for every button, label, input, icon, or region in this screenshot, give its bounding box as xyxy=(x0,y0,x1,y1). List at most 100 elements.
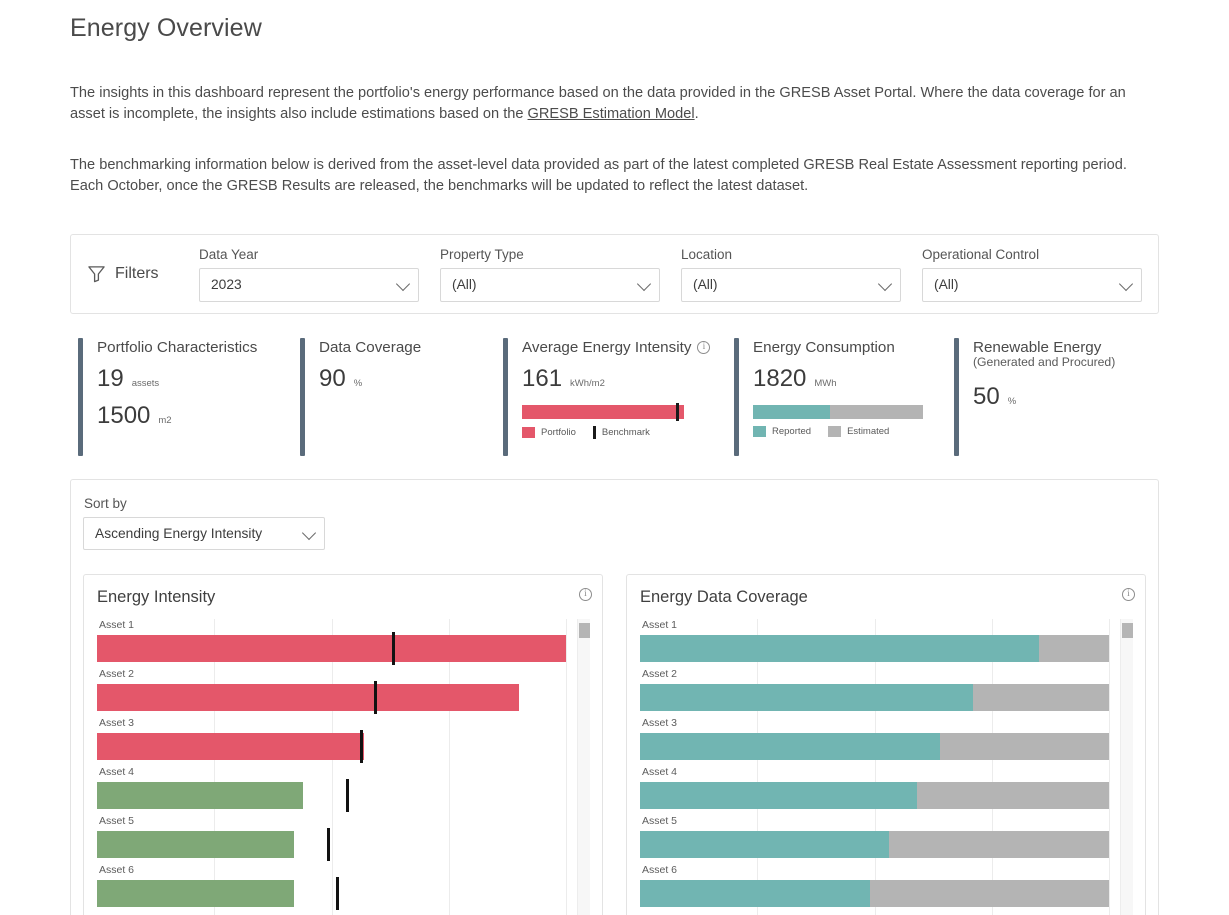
bar-segment xyxy=(640,880,870,907)
chart-energy-data-coverage: Energy Data Coverage i Asset 1 Asset 2 Ass… xyxy=(626,574,1146,915)
row-track xyxy=(640,782,1109,809)
charts-container: Energy Intensity i Asset 1 Asset 2 Asset 3… xyxy=(83,574,1146,915)
chart-scrollbar-thumb[interactable] xyxy=(1122,623,1133,638)
info-icon[interactable]: i xyxy=(697,341,711,354)
kpi-number: 1500 xyxy=(97,402,151,429)
filter-operational-control-select[interactable]: (All) xyxy=(922,267,1142,302)
info-icon[interactable]: i xyxy=(579,588,592,601)
benchmark-marker xyxy=(326,828,330,861)
kpi-accent-bar xyxy=(503,338,508,456)
kpi-renewable-energy: Renewable Energy (Generated and Procured… xyxy=(954,338,1154,456)
intro-paragraph-1-end: . xyxy=(694,106,699,122)
filter-location-label: Location xyxy=(681,246,733,262)
filters-label-group: Filters xyxy=(87,265,199,283)
gresb-estimation-model-link[interactable]: GRESB Estimation Model xyxy=(528,106,695,122)
kpi-title-text: Renewable Energy xyxy=(973,339,1102,356)
chevron-down-icon xyxy=(636,276,652,291)
bar[interactable] xyxy=(640,635,1109,662)
filter-location-select[interactable]: (All) xyxy=(681,267,901,302)
energy-consumption-minibar xyxy=(753,405,923,419)
chart-row: Asset 6 xyxy=(97,864,592,913)
chart-scrollbar[interactable] xyxy=(577,619,590,915)
filter-location-value: (All) xyxy=(693,277,718,292)
filter-operational-control-value: (All) xyxy=(934,277,959,292)
row-label: Asset 1 xyxy=(99,619,135,631)
kpi-title-text: Portfolio Characteristics xyxy=(97,339,258,356)
kpi-data-coverage: Data Coverage 90 % xyxy=(300,338,503,456)
filter-property-type: Property Type (All) xyxy=(440,247,681,302)
kpi-value: 50 % xyxy=(973,383,1115,411)
kpi-value-area: 1500 m2 xyxy=(97,402,257,430)
row-track xyxy=(97,877,566,910)
legend-item-reported: Reported xyxy=(753,426,811,437)
intro-paragraph-2: The benchmarking information below is de… xyxy=(70,157,1127,194)
chart-header: Energy Intensity i xyxy=(97,588,592,607)
bar[interactable] xyxy=(97,635,566,662)
kpi-unit: % xyxy=(353,378,363,389)
kpi-portfolio-characteristics: Portfolio Characteristics 19 assets 1500… xyxy=(78,338,300,456)
kpi-title-text: Energy Consumption xyxy=(753,339,895,356)
bar[interactable] xyxy=(640,733,1109,760)
chart-scrollbar[interactable] xyxy=(1120,619,1133,915)
bar[interactable] xyxy=(640,782,1109,809)
kpi-value: 1820 MWh xyxy=(753,365,923,393)
bar[interactable] xyxy=(97,831,294,858)
row-track xyxy=(97,632,566,665)
kpi-number: 90 xyxy=(319,365,346,392)
chart-row: Asset 3 xyxy=(97,717,592,766)
bar[interactable] xyxy=(640,831,1109,858)
kpi-average-energy-intensity: Average Energy Intensity i 161 kWh/m2 Po… xyxy=(503,338,734,456)
row-label: Asset 5 xyxy=(99,815,135,827)
charts-panel: Sort by Ascending Energy Intensity Energ… xyxy=(70,479,1159,915)
row-label: Asset 6 xyxy=(99,864,135,876)
legend-item-benchmark: Benchmark xyxy=(592,426,650,439)
bar[interactable] xyxy=(97,880,294,907)
kpi-number: 50 xyxy=(973,383,1000,410)
chart-scrollbar-thumb[interactable] xyxy=(579,623,590,638)
chart-row: Asset 1 xyxy=(97,619,592,668)
benchmark-marker xyxy=(336,877,340,910)
bar[interactable] xyxy=(640,880,1109,907)
bar-segment xyxy=(888,831,1109,858)
bar-segment xyxy=(972,684,1109,711)
intro-text: The insights in this dashboard represent… xyxy=(70,83,1159,197)
bar[interactable] xyxy=(640,684,1109,711)
chart-row: Asset 3 xyxy=(640,717,1135,766)
row-track xyxy=(97,681,566,714)
bar[interactable] xyxy=(97,684,520,711)
sort-by-value: Ascending Energy Intensity xyxy=(95,526,263,541)
row-label: Asset 1 xyxy=(642,619,678,631)
row-label: Asset 2 xyxy=(99,668,135,680)
energy-overview-page: Energy Overview The insights in this das… xyxy=(0,0,1229,915)
bar-segment xyxy=(640,733,941,760)
row-label: Asset 6 xyxy=(642,864,678,876)
legend-swatch xyxy=(522,427,535,438)
kpi-value-assets: 19 assets xyxy=(97,365,257,393)
bar-segment xyxy=(97,635,566,662)
estimated-segment xyxy=(829,405,923,419)
bar[interactable] xyxy=(97,733,365,760)
bar-segment xyxy=(640,684,973,711)
kpi-subtitle: (Generated and Procured) xyxy=(973,355,1116,369)
chart-row: Asset 1 xyxy=(640,619,1135,668)
row-track xyxy=(97,779,566,812)
sort-by-select[interactable]: Ascending Energy Intensity xyxy=(83,517,325,550)
energy-intensity-minibar xyxy=(522,403,684,421)
bar-segment xyxy=(97,733,365,760)
kpi-number: 161 xyxy=(522,365,563,392)
bar-segment xyxy=(97,831,294,858)
bar-segment xyxy=(97,782,304,809)
filter-operational-control: Operational Control (All) xyxy=(922,247,1142,302)
filter-data-year-select[interactable]: 2023 xyxy=(199,267,419,302)
filter-property-type-select[interactable]: (All) xyxy=(440,267,660,302)
info-icon[interactable]: i xyxy=(1122,588,1135,601)
kpi-row: Portfolio Characteristics 19 assets 1500… xyxy=(70,338,1159,456)
chevron-down-icon xyxy=(877,276,893,291)
bar[interactable] xyxy=(97,782,304,809)
kpi-unit: kWh/m2 xyxy=(570,378,605,389)
bar-segment xyxy=(869,880,1109,907)
legend-swatch xyxy=(828,426,842,437)
portfolio-segment xyxy=(522,405,684,419)
chart-row: Asset 2 xyxy=(97,668,592,717)
chevron-down-icon xyxy=(1118,276,1134,291)
